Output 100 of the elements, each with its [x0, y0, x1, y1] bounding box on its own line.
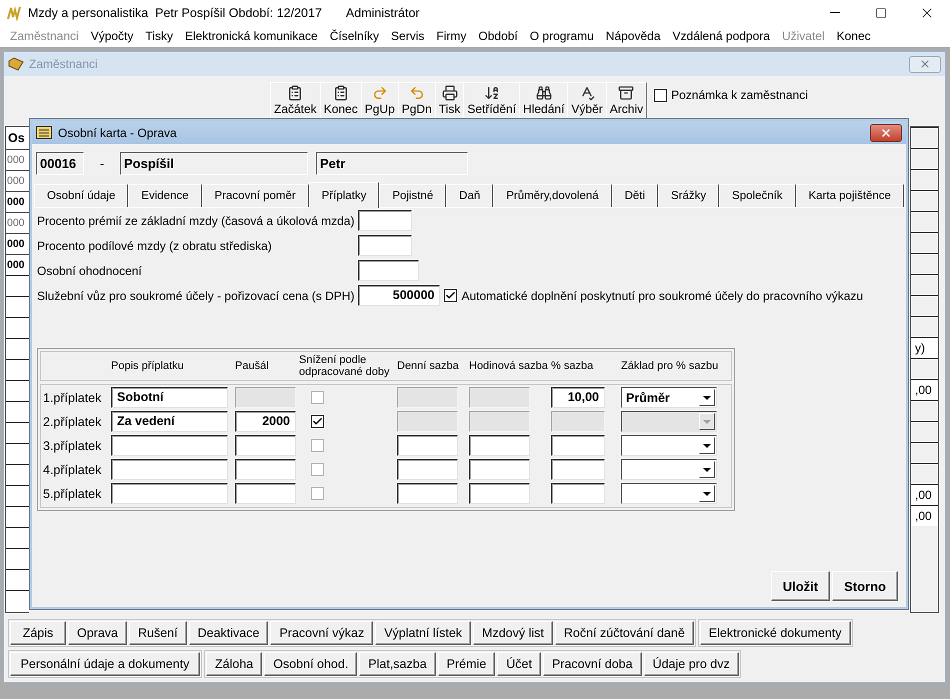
- tab[interactable]: Karta pojištěnce: [796, 184, 904, 207]
- menu-item[interactable]: Elektronická komunikace: [178, 29, 324, 43]
- input-field[interactable]: [551, 459, 605, 480]
- menu-item[interactable]: O programu: [524, 29, 600, 43]
- input-field[interactable]: [397, 483, 458, 504]
- cancel-button[interactable]: Storno: [832, 571, 898, 601]
- input-field[interactable]: 10,00: [551, 387, 605, 408]
- toolbar-button[interactable]: PgUp: [360, 82, 399, 120]
- menu-item[interactable]: Vzdálená podpora: [666, 29, 776, 43]
- tab[interactable]: Srážky: [658, 184, 720, 207]
- input-field[interactable]: [235, 435, 296, 456]
- menu-item[interactable]: Konec: [830, 29, 877, 43]
- menu-item[interactable]: Nápověda: [600, 29, 667, 43]
- field-label: Osobní ohodnocení: [37, 264, 143, 278]
- menu-item[interactable]: Výpočty: [84, 29, 140, 43]
- action-button[interactable]: Osobní ohod.: [264, 652, 358, 676]
- action-button[interactable]: Výplatní lístek: [375, 621, 472, 645]
- toolbar-button[interactable]: PgDn: [398, 82, 436, 120]
- action-button[interactable]: Pracovní výkaz: [270, 621, 374, 645]
- dropdown[interactable]: [621, 435, 717, 456]
- toolbar-button[interactable]: Výběr: [567, 82, 607, 120]
- action-button[interactable]: Mzdový list: [473, 621, 553, 645]
- input-field[interactable]: [358, 260, 420, 281]
- row-label: 3.příplatek: [42, 438, 102, 452]
- clipboard-icon: [332, 85, 349, 101]
- input-field[interactable]: Za vedení: [111, 411, 228, 432]
- action-button[interactable]: Roční zúčtování daně: [554, 621, 694, 645]
- table-cell: ,00: [911, 505, 938, 526]
- input-field[interactable]: [235, 483, 296, 504]
- save-button[interactable]: Uložit: [770, 571, 830, 601]
- card-icon: [36, 126, 52, 139]
- input-field[interactable]: [469, 459, 530, 480]
- tab[interactable]: Průměry,dovolená: [493, 184, 612, 207]
- action-button[interactable]: Elektronické dokumenty: [700, 621, 850, 645]
- action-button[interactable]: Záloha: [206, 652, 262, 676]
- row-label: 5.příplatek: [42, 486, 102, 500]
- undo-icon: [408, 85, 425, 101]
- input-field[interactable]: Sobotní: [111, 387, 228, 408]
- input-field[interactable]: [469, 435, 530, 456]
- window-title: Mzdy a personalistika Petr Pospíšil Období: 12/2017: [28, 6, 322, 20]
- tab[interactable]: Pracovní poměr: [202, 184, 309, 207]
- toolbar-button[interactable]: Setřídění: [463, 82, 520, 120]
- action-button[interactable]: Údaje pro dvz: [644, 652, 739, 676]
- action-button[interactable]: Plat,sazba: [359, 652, 436, 676]
- tab[interactable]: Osobní údaje: [34, 184, 128, 207]
- dropdown[interactable]: Průměr: [621, 387, 717, 408]
- tab[interactable]: Společník: [719, 184, 796, 207]
- action-button[interactable]: Rušení: [129, 621, 187, 645]
- input-field[interactable]: 2000: [235, 411, 296, 432]
- menu-item[interactable]: Firmy: [430, 29, 472, 43]
- toolbar-button[interactable]: Konec: [320, 82, 362, 120]
- input-field[interactable]: [235, 459, 296, 480]
- checkbox[interactable]: [654, 88, 668, 102]
- table-cell: ,00: [911, 484, 938, 505]
- input-field[interactable]: [358, 210, 412, 231]
- column-header: Základ pro % sazbu: [621, 360, 720, 372]
- input-field[interactable]: [111, 459, 228, 480]
- input-field[interactable]: [397, 459, 458, 480]
- menu-item[interactable]: Období: [472, 29, 524, 43]
- action-button[interactable]: Pracovní doba: [542, 652, 642, 676]
- dropdown[interactable]: [621, 483, 717, 504]
- printer-icon: [442, 85, 458, 101]
- first-name-field: Petr: [316, 152, 468, 175]
- close-button[interactable]: [870, 124, 902, 142]
- minimize-icon: [830, 12, 840, 13]
- tab[interactable]: Evidence: [128, 184, 202, 207]
- redo-icon: [372, 85, 388, 101]
- toolbar-button[interactable]: Archiv: [606, 82, 648, 120]
- tab[interactable]: Pojistné: [379, 184, 446, 207]
- input-field[interactable]: [551, 435, 605, 456]
- action-button[interactable]: Účet: [497, 652, 541, 676]
- tab[interactable]: Děti: [612, 184, 658, 207]
- checkbox[interactable]: [444, 289, 458, 302]
- toolbar-button[interactable]: Začátek: [270, 82, 321, 120]
- toolbar-button[interactable]: Hledání: [519, 82, 568, 120]
- action-button[interactable]: Oprava: [68, 621, 127, 645]
- archive-icon: [618, 85, 634, 101]
- input-field[interactable]: 500000: [358, 285, 440, 306]
- id-field: 00016: [36, 152, 84, 175]
- input-field[interactable]: [397, 435, 458, 456]
- checkbox[interactable]: [311, 415, 324, 428]
- menu-item[interactable]: Servis: [385, 29, 430, 43]
- input-field[interactable]: [551, 483, 605, 504]
- tab[interactable]: Příplatky: [308, 182, 380, 208]
- action-button[interactable]: Personální údaje a dokumenty: [10, 652, 200, 676]
- column-header: Paušál: [235, 360, 270, 372]
- action-button[interactable]: Zápis: [10, 621, 66, 645]
- menu-item[interactable]: Číselníky: [324, 29, 386, 43]
- input-field[interactable]: [469, 483, 530, 504]
- column-header: y): [911, 337, 938, 358]
- input-field[interactable]: [111, 435, 228, 456]
- input-field[interactable]: [358, 235, 412, 256]
- column-header: Hodinová sazba: [469, 360, 549, 372]
- dropdown[interactable]: [621, 459, 717, 480]
- column-header: Denní sazba: [397, 360, 460, 372]
- action-button[interactable]: Deaktivace: [188, 621, 268, 645]
- menu-item[interactable]: Tisky: [139, 29, 179, 43]
- input-field[interactable]: [111, 483, 228, 504]
- action-button[interactable]: Prémie: [438, 652, 496, 676]
- tab[interactable]: Daň: [446, 184, 494, 207]
